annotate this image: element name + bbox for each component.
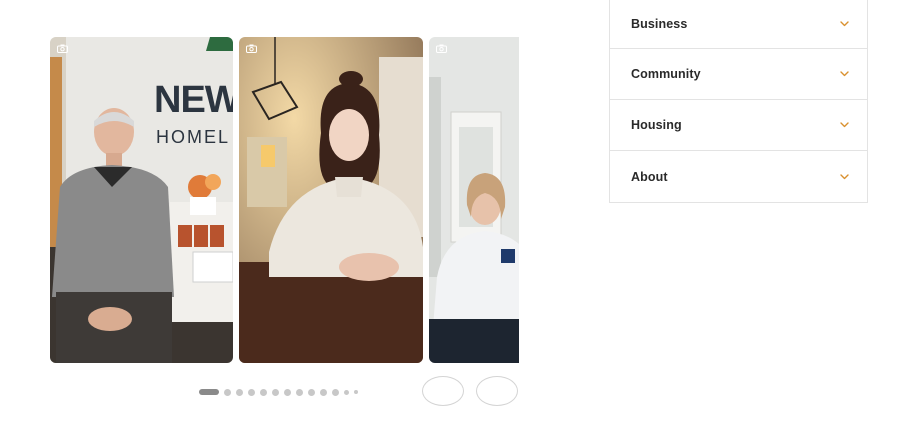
video-card-2[interactable] [239, 37, 423, 363]
chevron-down-icon [840, 21, 849, 27]
pagination-dot-13[interactable] [354, 390, 358, 394]
video-card-1[interactable]: NEW HOMEL [50, 37, 233, 363]
carousel-prev-button[interactable] [422, 376, 464, 406]
camera-icon [246, 44, 257, 53]
chevron-down-icon [840, 122, 849, 128]
chevron-down-icon [840, 173, 849, 179]
accordion-label: Housing [631, 118, 682, 132]
pagination-dot-1[interactable] [199, 389, 219, 395]
video-carousel: NEW HOMEL [50, 37, 519, 363]
pagination-dot-6[interactable] [272, 388, 279, 396]
accordion-label: Community [631, 67, 701, 81]
pagination-dot-10[interactable] [320, 388, 327, 396]
accordion-label: About [631, 169, 668, 184]
chevron-down-icon [840, 71, 849, 77]
wall-sign-line2: HOMEL [156, 127, 231, 147]
pagination-dot-4[interactable] [248, 388, 255, 396]
wall-sign-line1: NEW [154, 79, 233, 121]
pagination-dot-9[interactable] [308, 388, 315, 396]
camera-icon [436, 44, 447, 53]
accordion-item-community[interactable]: Community [610, 49, 867, 100]
accordion-item-housing[interactable]: Housing [610, 100, 867, 151]
pagination-dot-2[interactable] [224, 388, 231, 396]
pagination-dot-7[interactable] [284, 388, 291, 396]
accordion-item-business[interactable]: Business [610, 0, 867, 49]
video-thumbnail-3 [429, 37, 519, 363]
pagination-dot-11[interactable] [332, 388, 339, 396]
category-accordion: Business Community Housing About [609, 0, 868, 203]
camera-icon [57, 44, 68, 53]
pagination-dot-12[interactable] [344, 389, 349, 395]
video-thumbnail-2 [239, 37, 423, 363]
carousel-pagination [199, 388, 358, 396]
video-card-3[interactable] [429, 37, 519, 363]
carousel-next-button[interactable] [476, 376, 518, 406]
pagination-dot-5[interactable] [260, 388, 267, 396]
pagination-dot-3[interactable] [236, 388, 243, 396]
accordion-label: Business [631, 17, 688, 31]
accordion-item-about[interactable]: About [610, 151, 867, 202]
pagination-dot-8[interactable] [296, 388, 303, 396]
